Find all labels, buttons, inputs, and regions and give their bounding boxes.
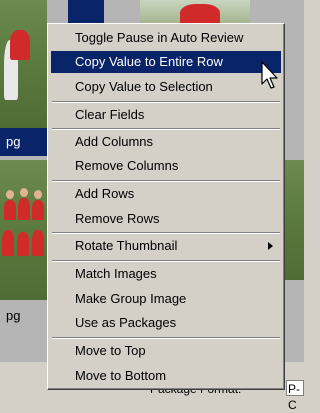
menu-item-move-to-bottom[interactable]: Move to Bottom	[51, 365, 281, 387]
player-figure	[180, 4, 220, 23]
menu-separator	[52, 101, 280, 103]
menu-item-label: Rotate Thumbnail	[75, 238, 178, 253]
thumbnail-top-left[interactable]	[0, 0, 47, 128]
menu-item-copy-value-entire-row[interactable]: Copy Value to Entire Row	[51, 51, 281, 73]
thumbnail-right-edge[interactable]	[285, 160, 304, 280]
player-figure	[32, 230, 44, 256]
menu-separator	[52, 128, 280, 130]
player-figure	[4, 200, 16, 220]
package-format-field[interactable]: P-C	[286, 380, 304, 412]
menu-item-match-images[interactable]: Match Images	[51, 263, 281, 285]
menu-separator	[52, 337, 280, 339]
column-header-selected	[68, 0, 104, 23]
menu-item-remove-rows[interactable]: Remove Rows	[51, 208, 281, 230]
submenu-arrow-icon	[268, 242, 273, 250]
menu-item-add-rows[interactable]: Add Rows	[51, 183, 281, 205]
menu-item-toggle-pause[interactable]: Toggle Pause in Auto Review	[51, 27, 281, 49]
player-figure	[18, 198, 30, 220]
thumbnail-caption: pg	[6, 308, 21, 323]
menu-separator	[52, 232, 280, 234]
player-figure	[32, 200, 44, 220]
player-figure	[17, 232, 29, 256]
menu-item-use-as-packages[interactable]: Use as Packages	[51, 312, 281, 334]
menu-item-copy-value-selection[interactable]: Copy Value to Selection	[51, 76, 281, 98]
menu-item-rotate-thumbnail[interactable]: Rotate Thumbnail	[51, 235, 281, 257]
player-head	[20, 188, 28, 197]
player-head	[6, 190, 14, 199]
menu-item-add-columns[interactable]: Add Columns	[51, 131, 281, 153]
menu-separator	[52, 180, 280, 182]
menu-item-move-to-top[interactable]: Move to Top	[51, 340, 281, 362]
player-head	[34, 190, 42, 199]
context-menu: Toggle Pause in Auto Review Copy Value t…	[47, 23, 285, 390]
thumbnail-top-right[interactable]	[140, 0, 250, 23]
menu-separator	[52, 260, 280, 262]
menu-item-clear-fields[interactable]: Clear Fields	[51, 104, 281, 126]
menu-item-remove-columns[interactable]: Remove Columns	[51, 155, 281, 177]
player-figure	[2, 230, 14, 256]
mouse-pointer-icon	[261, 61, 278, 89]
thumbnail-caption: pg	[6, 134, 21, 149]
thumbnail-team-photo[interactable]	[0, 160, 47, 300]
menu-item-make-group-image[interactable]: Make Group Image	[51, 288, 281, 310]
player-figure	[10, 30, 30, 60]
